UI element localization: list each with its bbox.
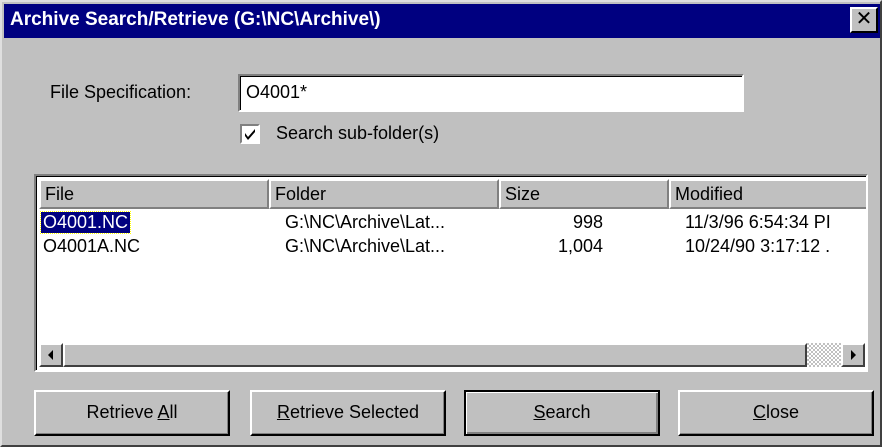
retrieve-all-accel: A: [157, 402, 170, 422]
scroll-thumb[interactable]: [63, 343, 807, 367]
size-cell: 998: [572, 212, 603, 232]
close-icon[interactable]: ✕: [850, 7, 878, 33]
search-label-end: earch: [545, 402, 591, 422]
dialog-title: Archive Search/Retrieve (G:\NC\Archive\): [10, 9, 381, 30]
search-button[interactable]: Search: [464, 390, 660, 436]
close-button[interactable]: Close: [678, 390, 874, 436]
modified-cell: 11/3/96 6:54:34 PI: [685, 212, 831, 232]
retrieve-all-button[interactable]: Retrieve All: [34, 390, 230, 436]
search-subfolders-checkbox[interactable]: [240, 124, 260, 144]
folder-cell: G:\NC\Archive\Lat...: [285, 236, 446, 256]
retrieve-all-label-end: ll: [169, 402, 178, 422]
close-label-end: lose: [765, 402, 800, 422]
file-cell[interactable]: O4001.NC: [39, 211, 132, 234]
scroll-track[interactable]: [807, 343, 841, 367]
horizontal-scrollbar[interactable]: [39, 343, 865, 367]
column-header-file[interactable]: File: [39, 179, 269, 209]
file-cell[interactable]: O4001A.NC: [43, 236, 140, 257]
search-accel: S: [533, 402, 546, 422]
table-row[interactable]: O4001.NC G:\NC\Archive\Lat... 998 11/3/9…: [39, 211, 865, 236]
file-spec-input[interactable]: O4001*: [238, 74, 744, 112]
search-subfolders-label: Search sub-folder(s): [276, 123, 440, 143]
column-header-size[interactable]: Size: [499, 179, 669, 209]
size-cell: 1,004: [557, 236, 603, 256]
list-header: File Folder Size Modified: [39, 179, 866, 209]
retrieve-selected-accel: R: [276, 402, 290, 422]
modified-cell: 10/24/90 3:17:12 .: [685, 236, 831, 256]
title-bar[interactable]: Archive Search/Retrieve (G:\NC\Archive\)…: [4, 4, 880, 38]
scroll-left-button[interactable]: [39, 343, 63, 367]
checkmark-icon: [245, 129, 255, 140]
file-spec-label: File Specification:: [50, 82, 192, 102]
table-row[interactable]: O4001A.NC G:\NC\Archive\Lat... 1,004 10/…: [39, 236, 865, 260]
scroll-right-button[interactable]: [841, 343, 865, 367]
column-header-folder[interactable]: Folder: [269, 179, 499, 209]
folder-cell: G:\NC\Archive\Lat...: [285, 212, 446, 232]
column-header-modified[interactable]: Modified: [669, 179, 866, 209]
results-list[interactable]: File Folder Size Modified O4001.NC G:\NC…: [34, 174, 868, 372]
retrieve-selected-label-end: etrieve Selected: [289, 402, 420, 422]
close-accel: C: [752, 402, 766, 422]
arrow-left-icon: [48, 350, 53, 360]
arrow-right-icon: [851, 350, 856, 360]
archive-search-dialog: Archive Search/Retrieve (G:\NC\Archive\)…: [0, 0, 882, 447]
retrieve-all-label-start: Retrieve: [86, 402, 158, 422]
retrieve-selected-button[interactable]: Retrieve Selected: [250, 390, 446, 436]
